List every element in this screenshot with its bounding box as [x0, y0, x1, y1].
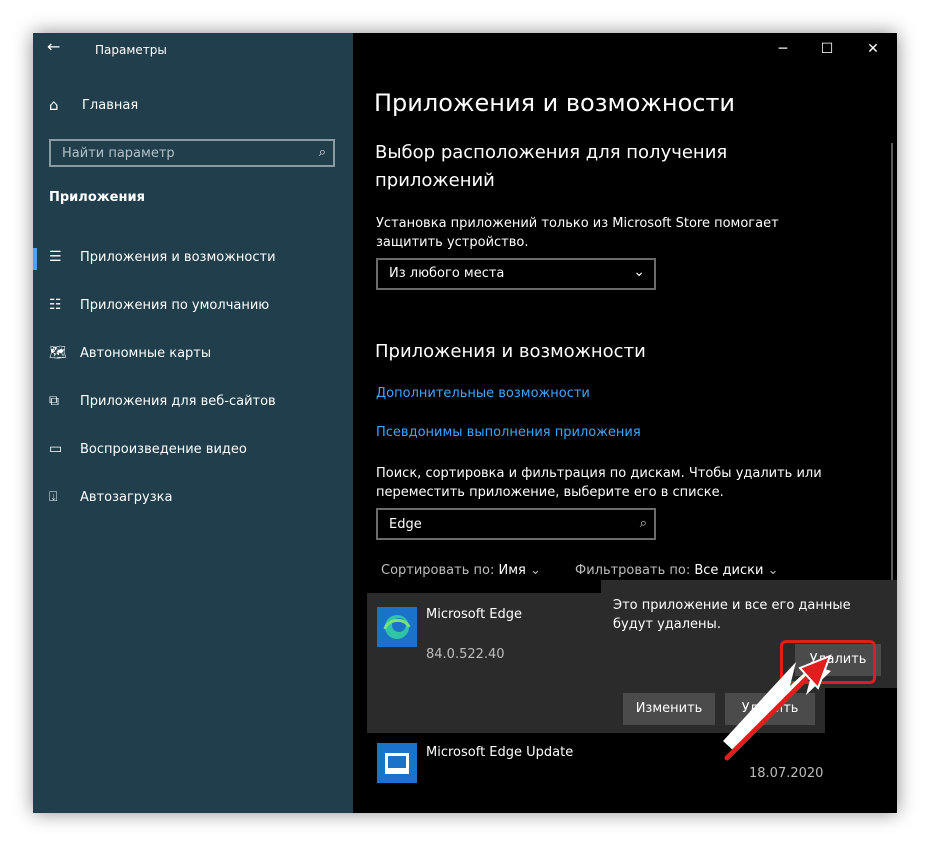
annotation-arrow-icon: [723, 654, 832, 761]
